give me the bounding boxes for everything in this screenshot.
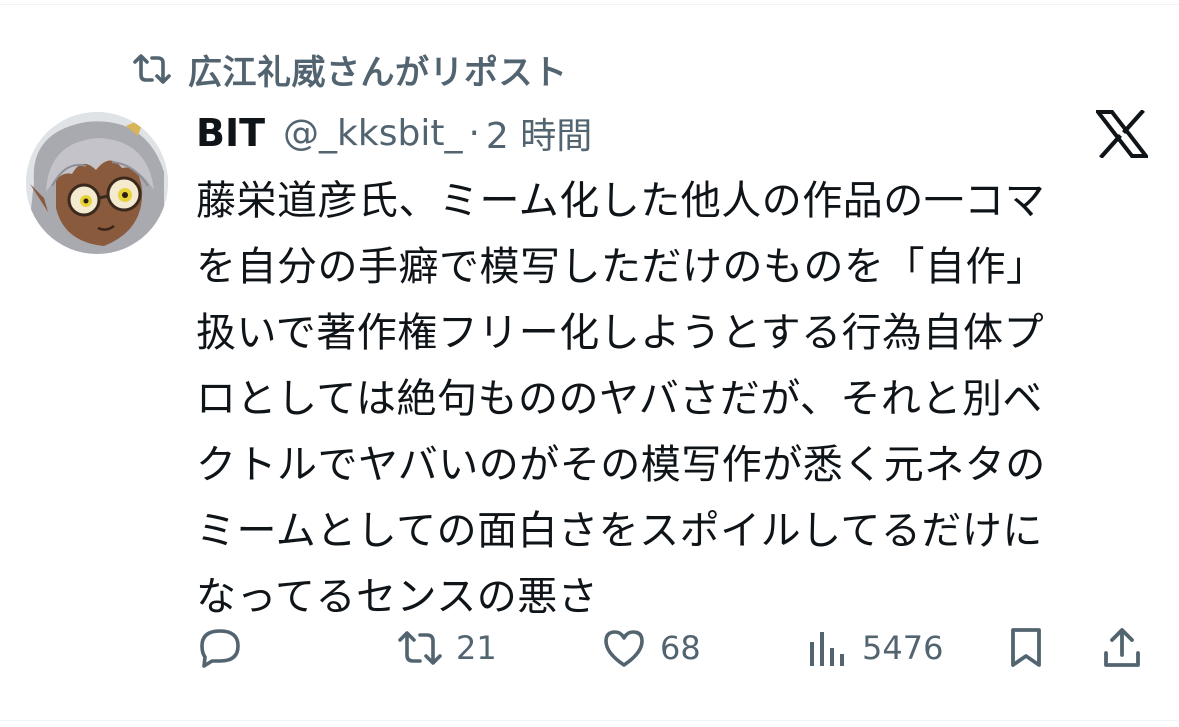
x-logo-icon (1093, 109, 1151, 159)
views-chart-icon (802, 624, 850, 672)
tweet-header: BIT @_kksbit_ · 2 時間 (196, 104, 592, 162)
repost-button[interactable]: 21 (396, 618, 497, 678)
like-button[interactable]: 68 (600, 618, 701, 678)
repost-icon (396, 624, 444, 672)
action-bar: 21 68 5476 (196, 618, 1146, 678)
reply-icon (196, 624, 244, 672)
author-handle[interactable]: @_kksbit_ (283, 113, 462, 154)
tweet-text: 藤栄道彦氏、ミーム化した他人の作品の一コマ を自分の手癖で模写しただけのものを「… (196, 178, 1047, 620)
bookmark-icon (1002, 624, 1050, 672)
views-count: 5476 (862, 629, 944, 667)
views-button[interactable]: 5476 (802, 618, 943, 678)
repost-label: 広江礼威さんがリポスト (188, 52, 568, 93)
bottom-divider (0, 720, 1179, 721)
heart-icon (600, 624, 648, 672)
avatar[interactable] (26, 112, 168, 254)
share-icon (1098, 624, 1146, 672)
reply-button[interactable] (196, 618, 256, 678)
header-separator: · (468, 112, 480, 154)
author-display-name[interactable]: BIT (196, 111, 265, 155)
bookmark-button[interactable] (1002, 618, 1050, 678)
share-button[interactable] (1098, 618, 1146, 678)
tweet-timestamp[interactable]: 2 時間 (486, 107, 592, 159)
like-count: 68 (660, 629, 701, 667)
top-divider (0, 4, 1179, 5)
repost-context[interactable]: 広江礼威さんがリポスト (130, 44, 568, 94)
repost-icon (130, 47, 174, 91)
repost-count: 21 (456, 629, 497, 667)
